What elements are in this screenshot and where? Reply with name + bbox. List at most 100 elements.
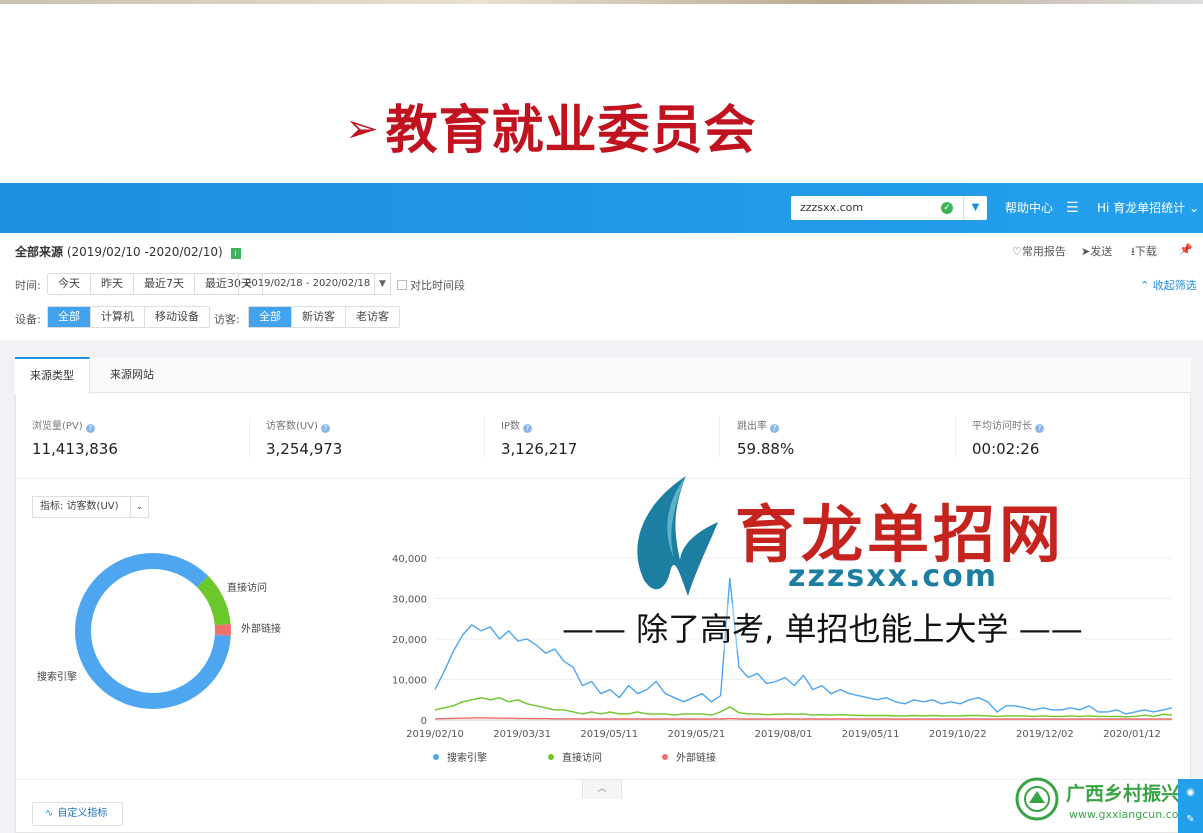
site-selector-value: zzzsxx.com [800,201,864,214]
metric-bounce-rate: 跳出率? 59.88% [737,417,794,458]
legend-dot-icon [662,754,668,760]
metric-label: 浏览量(PV) [32,421,83,432]
metric-value: 59.88% [737,440,795,458]
collapse-filters-label: 收起筛选 [1152,279,1197,292]
x-tick-label: 2019/08/01 [755,729,813,740]
send-button[interactable]: ➤发送 [1081,243,1112,259]
report-title: 全部来源 [15,245,64,259]
time-option-today[interactable]: 今天 [48,274,91,294]
device-option-all[interactable]: 全部 [48,307,91,327]
custom-metric-label: 自定义指标 [57,808,108,819]
divider [719,417,720,457]
legend-label: 外部链接 [676,753,716,764]
help-icon[interactable]: ? [770,424,779,433]
chat-icon: ◉ [1186,787,1195,798]
visitor-option-returning[interactable]: 老访客 [346,307,399,327]
donut-slice-search[interactable] [75,553,231,709]
help-icon[interactable]: ? [320,424,330,433]
x-tick-label: 2019/05/11 [580,729,638,740]
device-option-computer[interactable]: 计算机 [91,307,145,327]
menu-list-icon[interactable]: ☰ [1066,183,1079,233]
common-report-button[interactable]: ♡常用报告 [1012,243,1066,259]
divider [484,417,485,457]
help-center-link[interactable]: 帮助中心 [1005,183,1053,233]
user-menu[interactable]: Hi 育龙单招统计 ⌄ [1097,183,1199,233]
help-icon[interactable]: ? [522,424,532,433]
nav-analysis-cloud[interactable]: 分析云 [225,0,261,50]
legend-item-external[interactable]: 外部链接 [662,749,716,764]
legend-label: 直接访问 [562,753,602,764]
site-selector[interactable]: zzzsxx.com ✓ ▼ [791,196,987,220]
chevron-up-icon: ︿ [597,784,607,794]
y-tick-label: 10,000 [392,676,427,687]
tab-source-site[interactable]: 来源网站 [95,357,169,393]
corner-logo-icon [1015,777,1059,821]
source-donut-chart [75,553,231,709]
collapse-filters-button[interactable]: ⌃ 收起筛选 [1140,277,1197,293]
slide-title: ➢ 教育就业委员会 [345,88,757,163]
x-tick-label: 2019/05/11 [842,729,900,740]
chevron-down-icon: ▼ [374,274,390,294]
visitor-option-new[interactable]: 新访客 [292,307,346,327]
nav-home[interactable]: 主页 [91,0,115,50]
metric-value: 3,254,973 [266,440,343,458]
visitor-filter-label: 访客: [214,313,240,326]
time-option-yesterday[interactable]: 昨天 [91,274,134,294]
metric-value: 00:02:26 [972,440,1040,458]
side-floating-tab[interactable]: ◉ ✎ [1178,779,1203,833]
help-icon[interactable]: ? [85,424,95,433]
edit-icon: ✎ [1186,814,1195,825]
divider [249,417,250,457]
series-line-external[interactable] [434,717,1172,720]
download-button[interactable]: ⭳下载 [1131,243,1157,262]
y-tick-label: 20,000 [392,635,427,646]
tab-source-type[interactable]: 来源类型 [15,357,90,394]
brand-logo-icon [637,476,718,596]
legend-dot-icon [548,754,554,760]
device-options: 全部 计算机 移动设备 [47,306,210,328]
legend-item-search[interactable]: 搜索引擎 [433,749,487,764]
date-range-picker[interactable]: 2019/02/18 - 2020/02/18 ▼ [238,273,391,295]
pin-icon[interactable]: 📌 [1179,243,1193,256]
chevron-down-icon[interactable]: ▼ [963,196,987,220]
help-icon[interactable]: ? [1035,424,1044,433]
visitor-option-all[interactable]: 全部 [249,307,292,327]
donut-label-direct: 直接访问 [227,583,267,594]
report-header: 全部来源 (2019/02/10 -2020/02/10) i [15,243,241,260]
nav-basic-report[interactable]: 基础报告 [139,0,201,50]
time-filter-label: 时间: [15,279,41,292]
metric-label: 访客数(UV) [266,421,318,432]
device-filter-label: 设备: [15,313,41,326]
collapse-chart-button[interactable]: ︿ [582,779,622,799]
custom-metric-button[interactable]: ∿ 自定义指标 [32,802,123,826]
nav-manage[interactable]: 管理 [291,0,315,50]
pulse-icon: ∿ [45,808,54,819]
x-tick-label: 2019/10/22 [929,729,987,740]
device-option-mobile[interactable]: 移动设备 [145,307,209,327]
metric-ip: IP数? 3,126,217 [501,417,577,458]
series-line-direct[interactable] [434,696,1173,718]
nav-app-center[interactable]: 应用中心 [346,0,394,50]
source-tabs: 来源类型 来源网站 [15,357,1191,394]
report-range: (2019/02/10 -2020/02/10) [66,245,223,259]
check-icon: ✓ [941,202,953,214]
corner-watermark-name: 广西乡村振兴 [1066,783,1181,805]
screen: ➢ 教育就业委员会 主页 基础报告 分析云 管理 应用中心 zzzsxx.com … [0,0,1203,833]
metric-pv: 浏览量(PV)? 11,413,836 [32,417,118,458]
compare-period-toggle[interactable]: 对比时间段 [397,277,465,293]
legend-item-direct[interactable]: 直接访问 [548,749,602,764]
indicator-select[interactable]: 指标: 访客数(UV) ⌄ [32,496,149,518]
download-label: 下载 [1134,245,1157,258]
divider [16,478,1190,479]
chevron-up-icon: ⌃ [1140,279,1150,292]
metric-uv: 访客数(UV)? 3,254,973 [266,417,342,458]
heart-icon: ♡ [1012,245,1022,258]
metric-avg-duration: 平均访问时长? 00:02:26 [972,417,1044,458]
metric-label: 跳出率 [737,421,767,432]
arrow-bullet-icon: ➢ [345,106,380,152]
legend-dot-icon [433,754,439,760]
metric-label: IP数 [501,421,520,432]
time-option-7days[interactable]: 最近7天 [134,274,195,294]
donut-label-external: 外部链接 [241,624,281,635]
time-quick-options: 今天 昨天 最近7天 最近30天 [47,273,263,295]
